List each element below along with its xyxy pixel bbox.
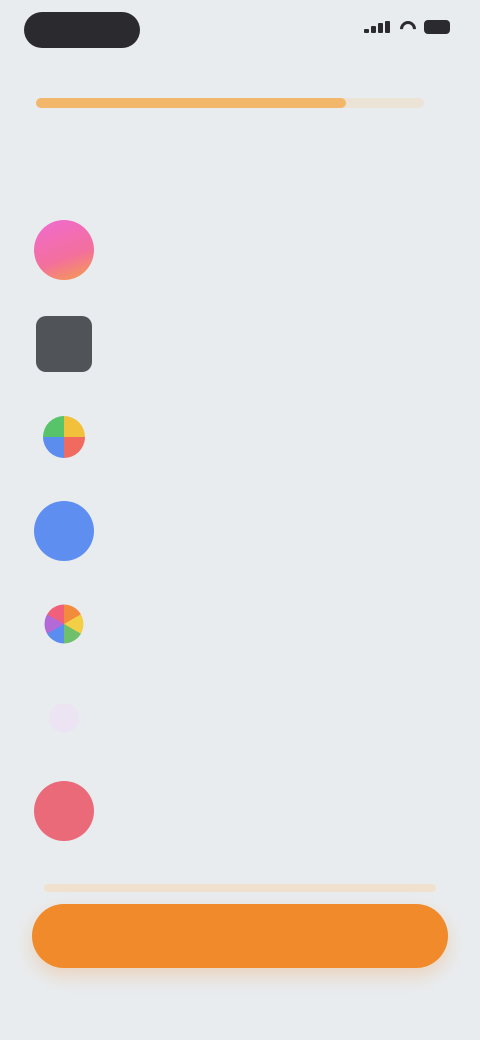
- app-list-item[interactable]: [0, 397, 480, 491]
- app-list-item[interactable]: [0, 584, 480, 678]
- app-list-item[interactable]: [0, 771, 480, 865]
- footer-divider: [44, 884, 436, 892]
- dark-app-icon: [36, 315, 92, 372]
- onboarding-screen: [0, 0, 480, 1040]
- onboarding-progress-fill: [36, 98, 347, 108]
- status-time-pill: [24, 12, 140, 48]
- faint-app-icon: [49, 702, 79, 733]
- battery-icon: [424, 20, 450, 34]
- onboarding-progress-bar: [36, 98, 424, 108]
- signal-icon: [364, 21, 392, 33]
- status-bar: [0, 0, 480, 60]
- app-list-item[interactable]: [0, 491, 480, 585]
- blue-app-icon: [34, 500, 94, 561]
- app-list: [0, 210, 480, 865]
- flower-app-icon: [44, 604, 84, 644]
- status-indicators: [364, 20, 450, 34]
- app-list-item[interactable]: [0, 210, 480, 304]
- wifi-icon: [400, 21, 416, 33]
- pinwheel-app-icon: [43, 416, 85, 458]
- continue-button[interactable]: [32, 904, 448, 968]
- app-list-item[interactable]: [0, 678, 480, 772]
- red-app-icon: [34, 781, 94, 841]
- app-list-item[interactable]: [0, 304, 480, 398]
- pink-gradient-app-icon: [34, 220, 94, 280]
